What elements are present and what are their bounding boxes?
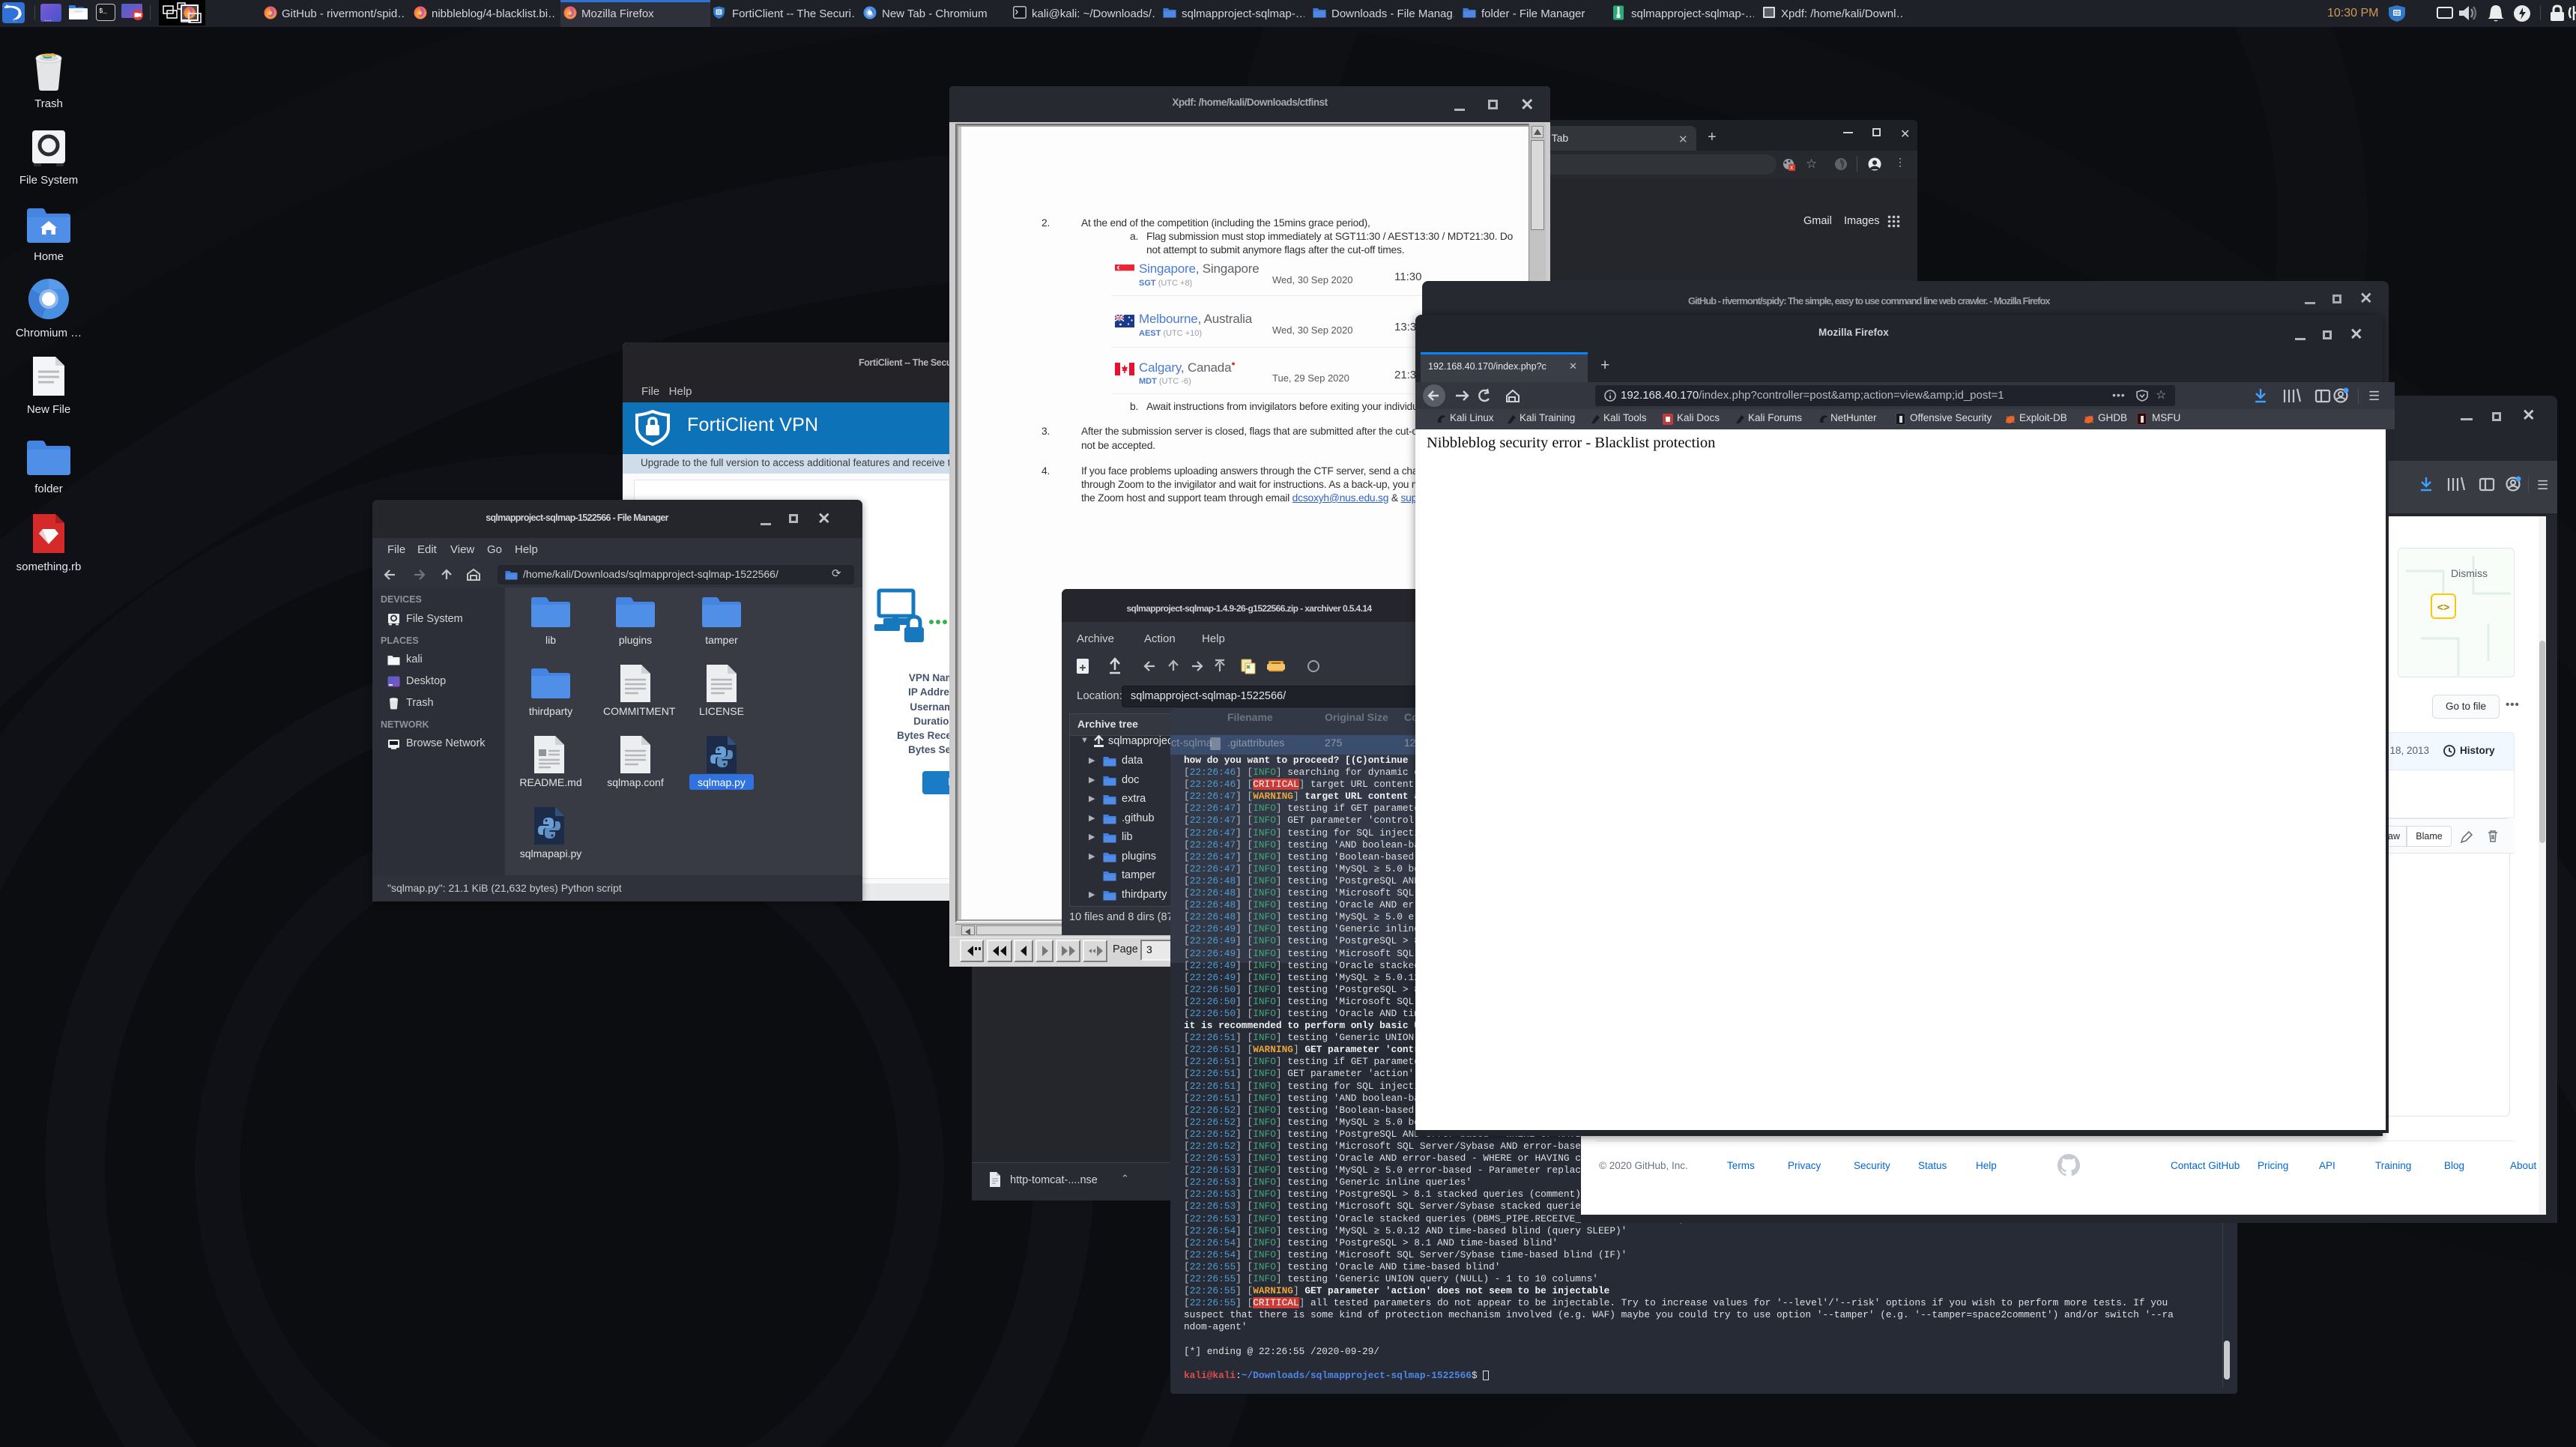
svg-text:x: x xyxy=(1790,164,1793,171)
svg-text:$_: $_ xyxy=(99,7,107,15)
